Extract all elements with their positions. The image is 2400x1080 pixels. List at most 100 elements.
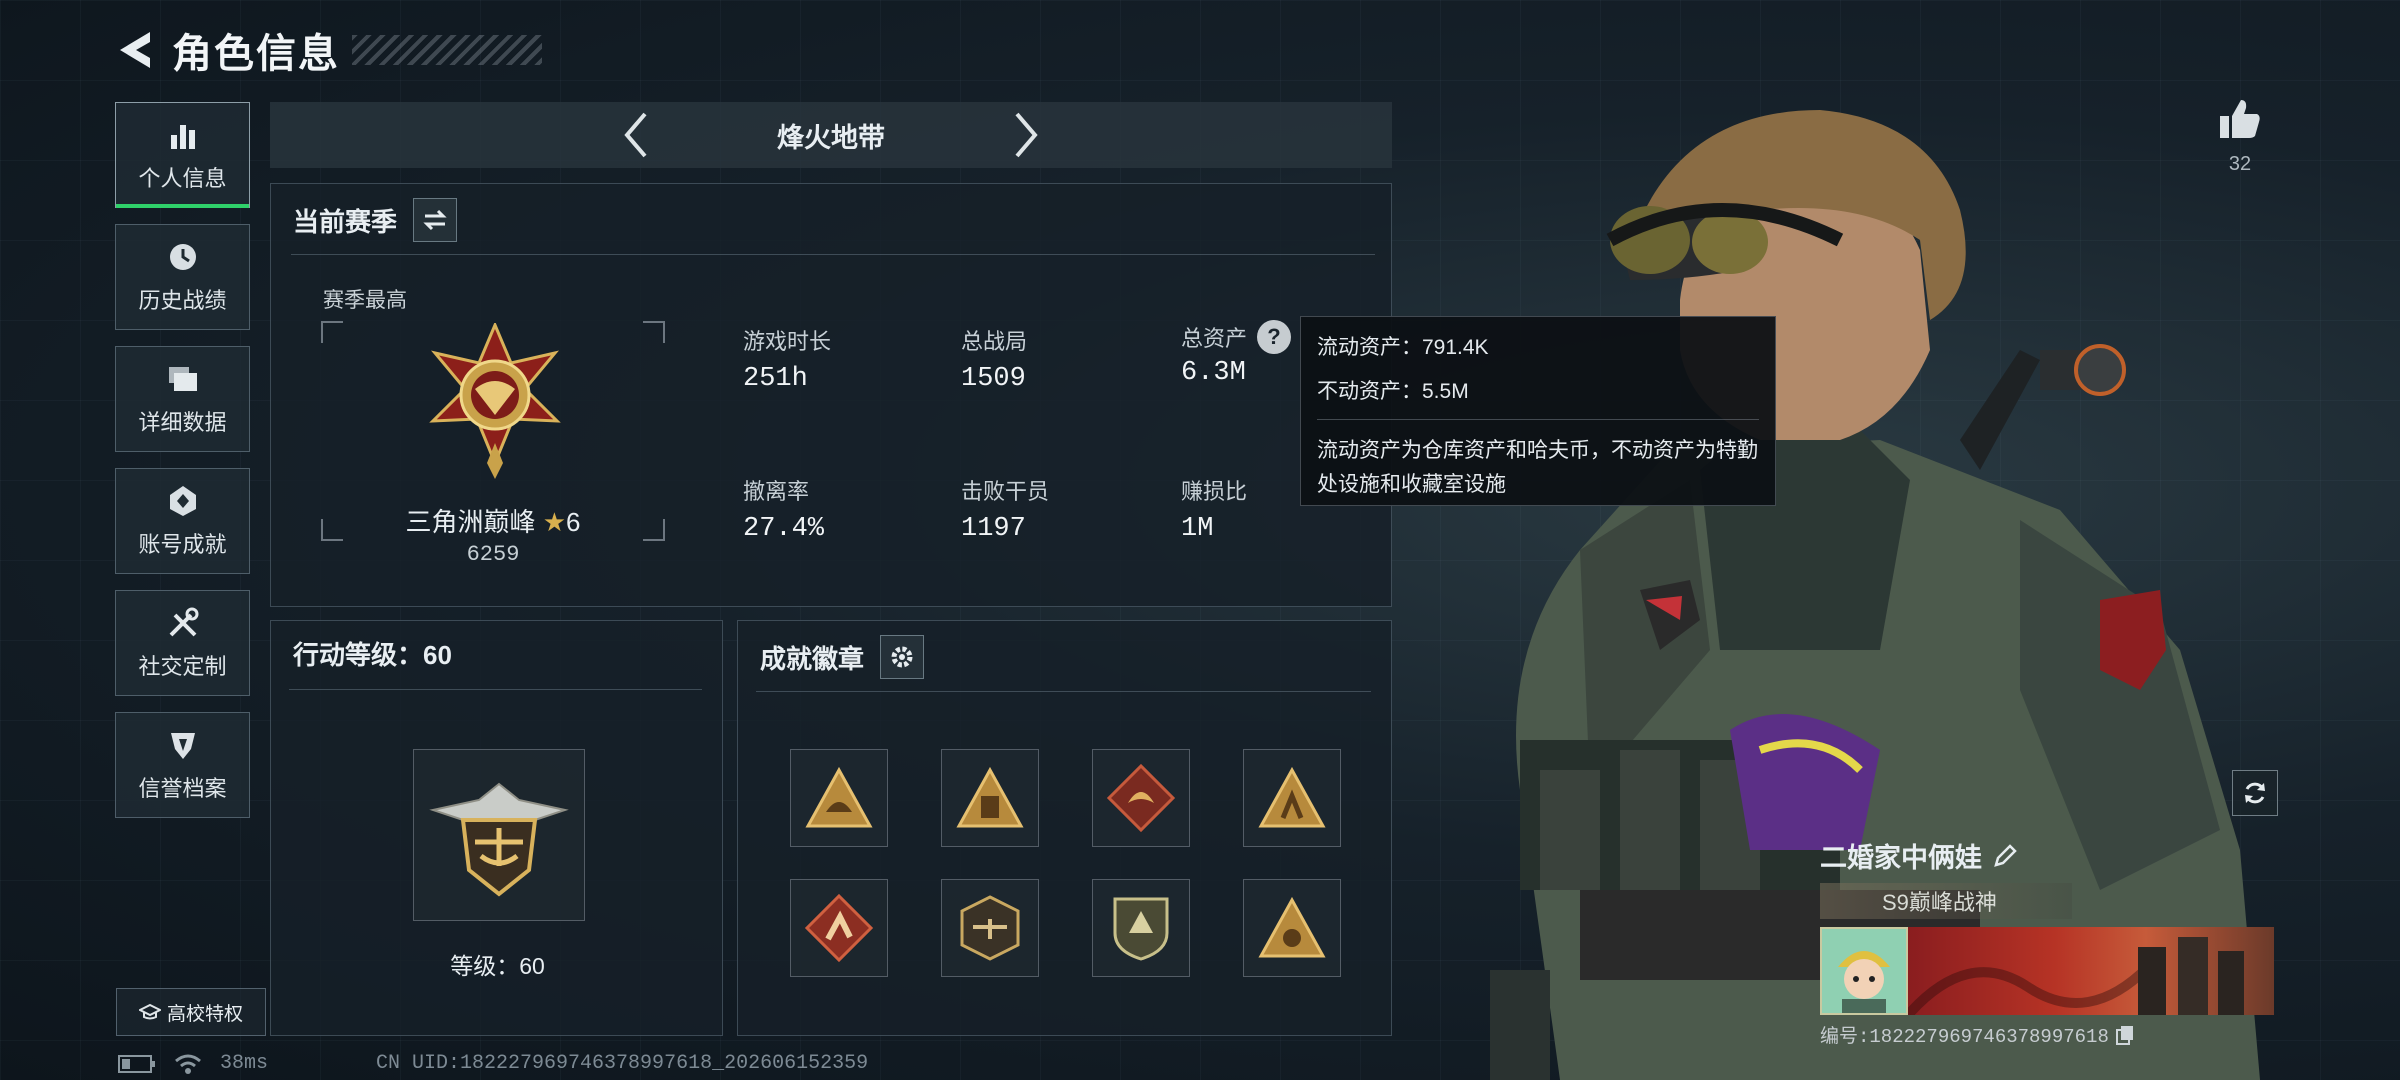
edit-pencil-icon[interactable] <box>1992 843 2018 869</box>
battery-icon <box>118 1054 155 1073</box>
prev-mode-button[interactable] <box>611 105 661 165</box>
rank-name-row: 三角洲巅峰 ★6 <box>321 502 665 539</box>
sidebar-item-label: 账号成就 <box>138 532 227 557</box>
sidebar-item-reputation[interactable]: 信誉档案 <box>115 712 250 818</box>
star-icon: ★ <box>542 507 567 537</box>
badge-slot[interactable] <box>1092 749 1190 847</box>
current-season-panel: 当前赛季 赛季最高 三角洲巅峰 ★6 6259 游戏时长 251h 总战局 15… <box>270 183 1392 607</box>
level-emblem-frame <box>413 749 585 921</box>
badge-slot[interactable] <box>790 749 888 847</box>
avatar[interactable] <box>1820 927 1908 1015</box>
achievement-badges-panel: 成就徽章 <box>737 620 1392 1036</box>
badge-slot[interactable] <box>790 879 888 977</box>
season-section-title: 当前赛季 <box>293 206 398 237</box>
chevron-left-icon <box>624 112 647 158</box>
rank-name: 三角洲巅峰 <box>405 507 536 537</box>
tools-icon <box>169 607 198 637</box>
stat-label: 游戏时长 <box>743 329 832 354</box>
badge-slot[interactable] <box>941 879 1039 977</box>
switch-season-button[interactable] <box>413 198 458 242</box>
stat-total-matches: 总战局 1509 <box>961 324 1027 394</box>
stat-play-time: 游戏时长 251h <box>743 324 831 394</box>
stat-value: 1M <box>1181 514 1214 544</box>
mode-selector: 烽火地带 <box>270 102 1392 168</box>
copy-icon[interactable] <box>2115 1024 2135 1046</box>
ping-text: 38ms <box>220 1052 269 1075</box>
achievement-icon <box>169 486 196 516</box>
triangle-badge-icon <box>956 766 1024 828</box>
badge-slot[interactable] <box>1092 879 1190 977</box>
swap-icon <box>423 209 447 231</box>
badge-slot[interactable] <box>1243 879 1341 977</box>
campus-privilege-label: 高校特权 <box>166 1003 243 1025</box>
stat-kills: 击败干员 1197 <box>961 474 1049 544</box>
rank-emblem-icon <box>429 323 561 479</box>
fixed-assets-text: 不动资产：5.5M <box>1317 380 1469 403</box>
stat-label: 总战局 <box>961 329 1028 354</box>
sidebar-item-achievements[interactable]: 账号成就 <box>115 468 250 574</box>
wifi-icon <box>175 1054 201 1074</box>
next-mode-button[interactable] <box>1001 105 1051 165</box>
shield-icon <box>170 733 195 759</box>
player-id-text: 编号:18222796974637899761​8 <box>1820 1026 2109 1048</box>
uid-text: CN UID:18222796974637899761​8_2026061523… <box>376 1052 869 1075</box>
stat-label: 赚损比 <box>1181 479 1248 504</box>
stat-label: 击败干员 <box>961 479 1050 504</box>
season-highest-label: 赛季最高 <box>323 289 407 312</box>
like-count: 32 <box>2228 153 2252 175</box>
assets-description: 流动资产为仓库资产和哈夫币，不动资产为特勤处设施和收藏室设施 <box>1317 439 1758 496</box>
status-bar: 38ms CN UID:18222796974637899761​8_20260… <box>118 1052 868 1075</box>
action-level-panel: 行动等级：60 等级：60 <box>270 620 723 1036</box>
diamond-badge-icon <box>804 893 874 963</box>
like-button[interactable]: 32 <box>2210 96 2270 176</box>
divider <box>291 254 1375 255</box>
help-question-icon[interactable]: ? <box>1257 320 1292 354</box>
stat-value: 6.3M <box>1181 358 1246 388</box>
badge-slot[interactable] <box>941 749 1039 847</box>
graduation-cap-icon <box>138 1003 161 1020</box>
sidebar-item-personal-info[interactable]: 个人信息 <box>115 102 250 208</box>
stat-profit-ratio: 赚损比 1M <box>1181 474 1247 544</box>
helicopter-emblem-icon <box>429 782 569 897</box>
stat-value: 27.4% <box>743 514 825 544</box>
clock-icon <box>169 244 196 270</box>
level-section-title: 行动等级：60 <box>293 640 452 670</box>
stat-extract-rate: 撤离率 27.4% <box>743 474 824 544</box>
sidebar-item-label: 详细数据 <box>138 410 227 435</box>
back-button[interactable] <box>110 25 160 75</box>
refresh-icon <box>2245 782 2265 804</box>
badge-slot[interactable] <box>1243 749 1341 847</box>
title-stripe-decoration <box>352 35 542 65</box>
stat-label: 撤离率 <box>743 479 810 504</box>
profile-banner-image <box>1908 927 2274 1015</box>
player-title-badge: S9巅峰战神 <box>1820 883 2072 919</box>
sidebar-item-detailed-data[interactable]: 详细数据 <box>115 346 250 452</box>
stat-value: 1509 <box>961 364 1026 394</box>
divider <box>289 689 702 690</box>
triangle-badge-icon <box>805 766 873 828</box>
badge-settings-button[interactable] <box>880 635 925 679</box>
sidebar-item-label: 个人信息 <box>138 166 227 191</box>
rank-stars: 6 <box>566 507 581 537</box>
divider <box>1317 419 1759 420</box>
rank-score: 6259 <box>466 542 520 567</box>
refresh-button[interactable] <box>2232 770 2278 816</box>
sidebar-item-social-custom[interactable]: 社交定制 <box>115 590 250 696</box>
shield-badge-icon <box>1113 897 1169 961</box>
sidebar-item-history[interactable]: 历史战绩 <box>115 224 250 330</box>
assets-tooltip: 流动资产：791.4K 不动资产：5.5M 流动资产为仓库资产和哈夫币，不动资产… <box>1300 316 1776 506</box>
liquid-assets-text: 流动资产：791.4K <box>1317 336 1489 359</box>
campus-privilege-button[interactable]: 高校特权 <box>116 988 266 1036</box>
mode-title: 烽火地带 <box>777 122 885 153</box>
stat-value: 1197 <box>961 514 1026 544</box>
bar-chart-icon <box>170 125 195 149</box>
sidebar-item-label: 历史战绩 <box>138 288 227 313</box>
hexagon-badge-icon <box>960 895 1020 961</box>
divider <box>756 691 1371 692</box>
player-title-text: S9巅峰战神 <box>1882 890 1997 915</box>
sidebar-item-label: 社交定制 <box>138 654 227 679</box>
stat-value: 251h <box>743 364 808 394</box>
player-profile-card: 二婚家中俩娃 S9巅峰战神 编号:18222796974 <box>1820 836 2280 1056</box>
player-name: 二婚家中俩娃 <box>1820 843 1982 873</box>
thumbs-up-icon <box>2220 100 2260 138</box>
